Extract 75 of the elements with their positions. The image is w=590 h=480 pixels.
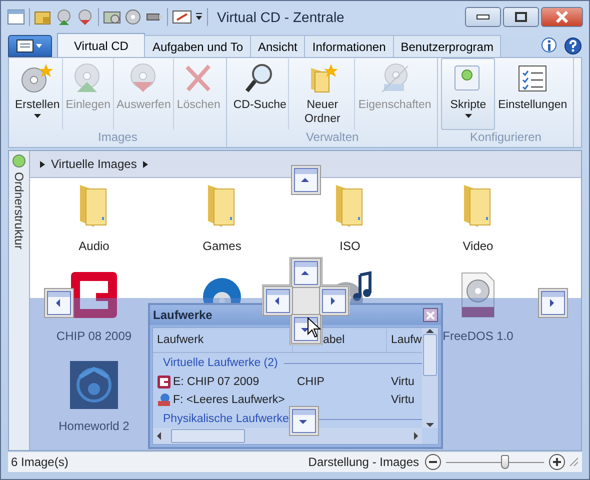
table-cell: Virtu: [391, 394, 414, 406]
window-title: Virtual CD - Zentrale: [217, 8, 346, 24]
item-label[interactable]: Games: [202, 239, 242, 253]
table-cell: E: CHIP 07 2009: [173, 376, 260, 388]
status-text: 6 Image(s): [11, 455, 68, 469]
item-label[interactable]: CHIP 08 2009: [56, 329, 132, 343]
table-cell: Virtu: [391, 376, 414, 388]
item-label[interactable]: FreeDOS 1.0: [442, 329, 514, 343]
dock-left-icon: [44, 288, 74, 318]
resize-grip-icon[interactable]: [569, 457, 579, 467]
horizontal-scrollbar[interactable]: [153, 428, 422, 444]
group-label: Images: [96, 130, 138, 146]
chip-logo-icon: [70, 271, 118, 319]
zoom-slider[interactable]: [446, 455, 544, 469]
dock-top-icon: [291, 165, 321, 195]
zoom-in-button[interactable]: [549, 454, 565, 470]
info-icon[interactable]: [540, 37, 558, 55]
ribbon-tab[interactable]: Ansicht: [250, 35, 306, 57]
slider-thumb[interactable]: [500, 455, 509, 469]
dock-right-icon: [538, 288, 568, 318]
status-light-icon: [12, 154, 26, 168]
maximize-button[interactable]: [503, 7, 539, 27]
ribbon-tab[interactable]: Benutzerprogram: [392, 35, 502, 57]
plus-icon: [553, 458, 561, 466]
caret-right-icon[interactable]: [40, 160, 45, 168]
chip-logo-icon: [157, 375, 171, 389]
close-button[interactable]: [423, 308, 438, 322]
mouse-pointer-icon: [307, 317, 321, 339]
close-button[interactable]: [541, 7, 583, 27]
app-menu-button[interactable]: [8, 35, 52, 57]
close-icon: [426, 310, 435, 320]
game-cover-icon: [70, 361, 118, 409]
ribbon-tab[interactable]: Virtual CD: [57, 33, 146, 57]
maximize-icon: [515, 12, 527, 22]
disc-icon[interactable]: [124, 8, 142, 24]
ribbon-tab[interactable]: Informationen: [304, 35, 394, 57]
breadcrumb-item[interactable]: Virtuelle Images: [51, 157, 137, 171]
status-text: Darstellung - Images: [308, 455, 419, 469]
ribbon-tab[interactable]: Aufgaben und To: [144, 35, 251, 57]
folder-lock-icon[interactable]: [34, 8, 52, 24]
dock-bottom-icon: [289, 406, 319, 436]
group-header[interactable]: Virtuelle Laufwerke (2): [163, 357, 278, 369]
drive-icon: [157, 393, 171, 407]
caret-right-icon[interactable]: [142, 160, 148, 168]
vertical-scrollbar[interactable]: [422, 328, 438, 428]
minimize-icon: [476, 14, 490, 20]
menu-icon: [16, 39, 44, 53]
ribbon-button[interactable]: Erstellen: [12, 58, 63, 130]
ribbon-button[interactable]: Einstellungen: [495, 58, 570, 130]
close-icon: [555, 11, 569, 23]
item-label[interactable]: Audio: [78, 239, 110, 253]
group-label: Konfigurieren: [469, 130, 542, 146]
pen-window-icon[interactable]: [172, 8, 192, 24]
dropdown-caret-icon[interactable]: [195, 10, 203, 22]
help-icon[interactable]: [564, 37, 582, 55]
scroll-left-icon[interactable]: [156, 432, 162, 440]
ribbon-button[interactable]: CD-Suche: [230, 58, 290, 130]
ribbon-button[interactable]: Neuer Ordner: [289, 58, 356, 130]
table-cell: CHIP: [297, 376, 324, 388]
zoom-out-button[interactable]: [425, 454, 441, 470]
minus-icon: [429, 458, 437, 466]
scroll-down-icon[interactable]: [426, 422, 434, 428]
item-label[interactable]: Video: [462, 239, 494, 253]
window-icon[interactable]: [7, 8, 25, 24]
minimize-button[interactable]: [465, 7, 501, 27]
group-header[interactable]: Physikalische Laufwerke: [163, 413, 289, 425]
group-label: Verwalten: [304, 130, 360, 146]
sidebar-tab[interactable]: Ordnerstruktur: [12, 172, 26, 250]
scroll-right-icon[interactable]: [413, 432, 419, 440]
ribbon-button[interactable]: Skripte: [441, 58, 496, 130]
panel-title: Laufwerke: [153, 308, 212, 322]
item-label[interactable]: Homeworld 2: [58, 419, 130, 433]
table-cell: F: <Leeres Laufwerk>: [173, 394, 285, 406]
disc-drive-icon[interactable]: [103, 8, 121, 24]
item-label[interactable]: ISO: [340, 239, 360, 253]
